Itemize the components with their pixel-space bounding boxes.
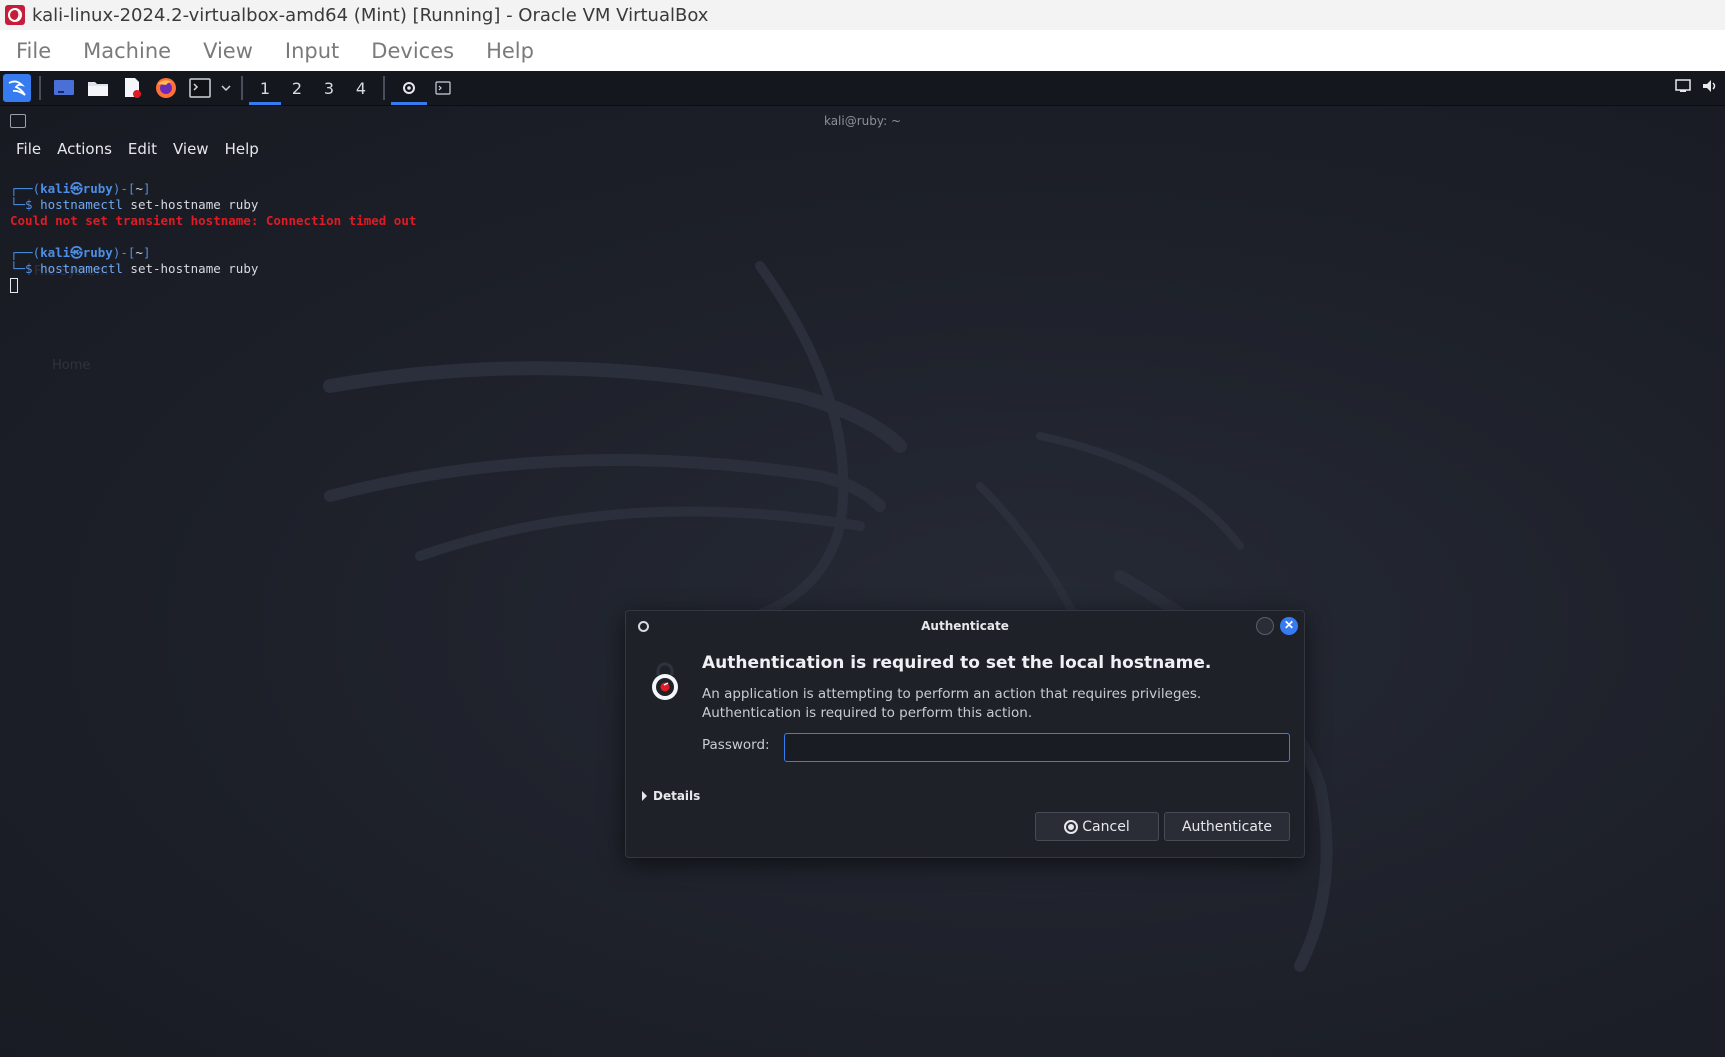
panel-tray bbox=[1675, 71, 1725, 106]
terminal-menu-help[interactable]: Help bbox=[217, 140, 267, 158]
host-window-title: kali-linux-2024.2-virtualbox-amd64 (Mint… bbox=[32, 4, 709, 26]
host-menu-view[interactable]: View bbox=[187, 39, 269, 63]
virtualbox-app-icon bbox=[2, 2, 28, 28]
display-icon[interactable] bbox=[1675, 79, 1691, 98]
dialog-heading: Authentication is required to set the lo… bbox=[702, 653, 1212, 673]
cancel-button[interactable]: Cancel bbox=[1035, 812, 1159, 841]
terminal-title: kali@ruby: ~ bbox=[823, 114, 902, 128]
terminal-menu-actions[interactable]: Actions bbox=[49, 140, 120, 158]
terminal-titlebar: kali@ruby: ~ bbox=[0, 106, 1725, 136]
password-label: Password: bbox=[702, 737, 770, 753]
details-expander[interactable]: Details bbox=[642, 789, 700, 803]
details-label: Details bbox=[653, 789, 701, 803]
dialog-description: An application is attempting to perform … bbox=[702, 686, 1202, 721]
host-menu-help[interactable]: Help bbox=[470, 39, 550, 63]
prompt-header-line: ┌──(kali㉿ruby)-[~] bbox=[10, 245, 151, 260]
chevron-down-icon[interactable] bbox=[219, 73, 233, 103]
authenticate-button[interactable]: Authenticate bbox=[1164, 812, 1290, 841]
cursor-line bbox=[10, 277, 416, 293]
host-menu-input[interactable]: Input bbox=[269, 39, 355, 63]
workspace-4[interactable]: 4 bbox=[345, 71, 377, 106]
cancel-label: Cancel bbox=[1082, 818, 1130, 835]
prompt-header-line: ┌──(kali㉿ruby)-[~] bbox=[10, 181, 151, 196]
terminal-launcher-icon[interactable] bbox=[185, 73, 215, 103]
host-window-titlebar: kali-linux-2024.2-virtualbox-amd64 (Mint… bbox=[0, 0, 1725, 30]
host-menu-machine[interactable]: Machine bbox=[67, 39, 187, 63]
kali-desktop: File System Home kali@ruby: ~ File Actio… bbox=[0, 106, 1725, 1057]
cancel-icon bbox=[1064, 819, 1079, 834]
lock-icon bbox=[652, 662, 678, 700]
dialog-titlebar: Authenticate ✕ bbox=[626, 611, 1304, 641]
dialog-close-button[interactable]: ✕ bbox=[1280, 617, 1298, 635]
terminal-menu-view[interactable]: View bbox=[165, 140, 217, 158]
show-desktop-icon[interactable] bbox=[49, 73, 79, 103]
panel-separator bbox=[39, 76, 41, 100]
kali-menu-icon[interactable] bbox=[3, 74, 31, 102]
workspace-3[interactable]: 3 bbox=[313, 71, 345, 106]
authenticate-dialog: Authenticate ✕ Authentication is require… bbox=[625, 610, 1305, 858]
text-editor-icon[interactable] bbox=[117, 73, 147, 103]
dialog-minimize-button[interactable] bbox=[1256, 617, 1274, 635]
panel-separator bbox=[383, 76, 385, 100]
authenticate-label: Authenticate bbox=[1181, 818, 1273, 835]
host-menu-file[interactable]: File bbox=[0, 39, 67, 63]
workspace-1[interactable]: 1 bbox=[249, 71, 281, 106]
password-field[interactable] bbox=[784, 733, 1290, 762]
panel-separator bbox=[241, 76, 243, 100]
terminal-menubar: File Actions Edit View Help bbox=[8, 140, 267, 158]
taskbar-authenticate-window[interactable] bbox=[391, 71, 427, 106]
taskbar-terminal-window[interactable] bbox=[427, 71, 459, 106]
terminal-menu-edit[interactable]: Edit bbox=[120, 140, 165, 158]
desktop-icon-home[interactable]: Home bbox=[52, 358, 90, 373]
kali-top-panel: 1 2 3 4 bbox=[0, 71, 1725, 106]
host-menu-devices[interactable]: Devices bbox=[355, 39, 470, 63]
terminal-cursor bbox=[10, 278, 18, 293]
host-menubar: File Machine View Input Devices Help bbox=[0, 30, 1725, 71]
dialog-title: Authenticate bbox=[921, 619, 1009, 633]
firefox-icon[interactable] bbox=[151, 73, 181, 103]
command-line: └─$ hostnamectl set-hostname ruby bbox=[10, 261, 259, 276]
terminal-menu-file[interactable]: File bbox=[8, 140, 49, 158]
command-line: └─$ hostnamectl set-hostname ruby bbox=[10, 197, 259, 212]
terminal-output[interactable]: ┌──(kali㉿ruby)-[~] └─$ hostnamectl set-h… bbox=[10, 181, 416, 293]
workspace-2[interactable]: 2 bbox=[281, 71, 313, 106]
volume-icon[interactable] bbox=[1701, 78, 1719, 99]
error-line: Could not set transient hostname: Connec… bbox=[10, 213, 417, 228]
disclosure-triangle-icon bbox=[642, 791, 647, 801]
file-manager-icon[interactable] bbox=[83, 73, 113, 103]
